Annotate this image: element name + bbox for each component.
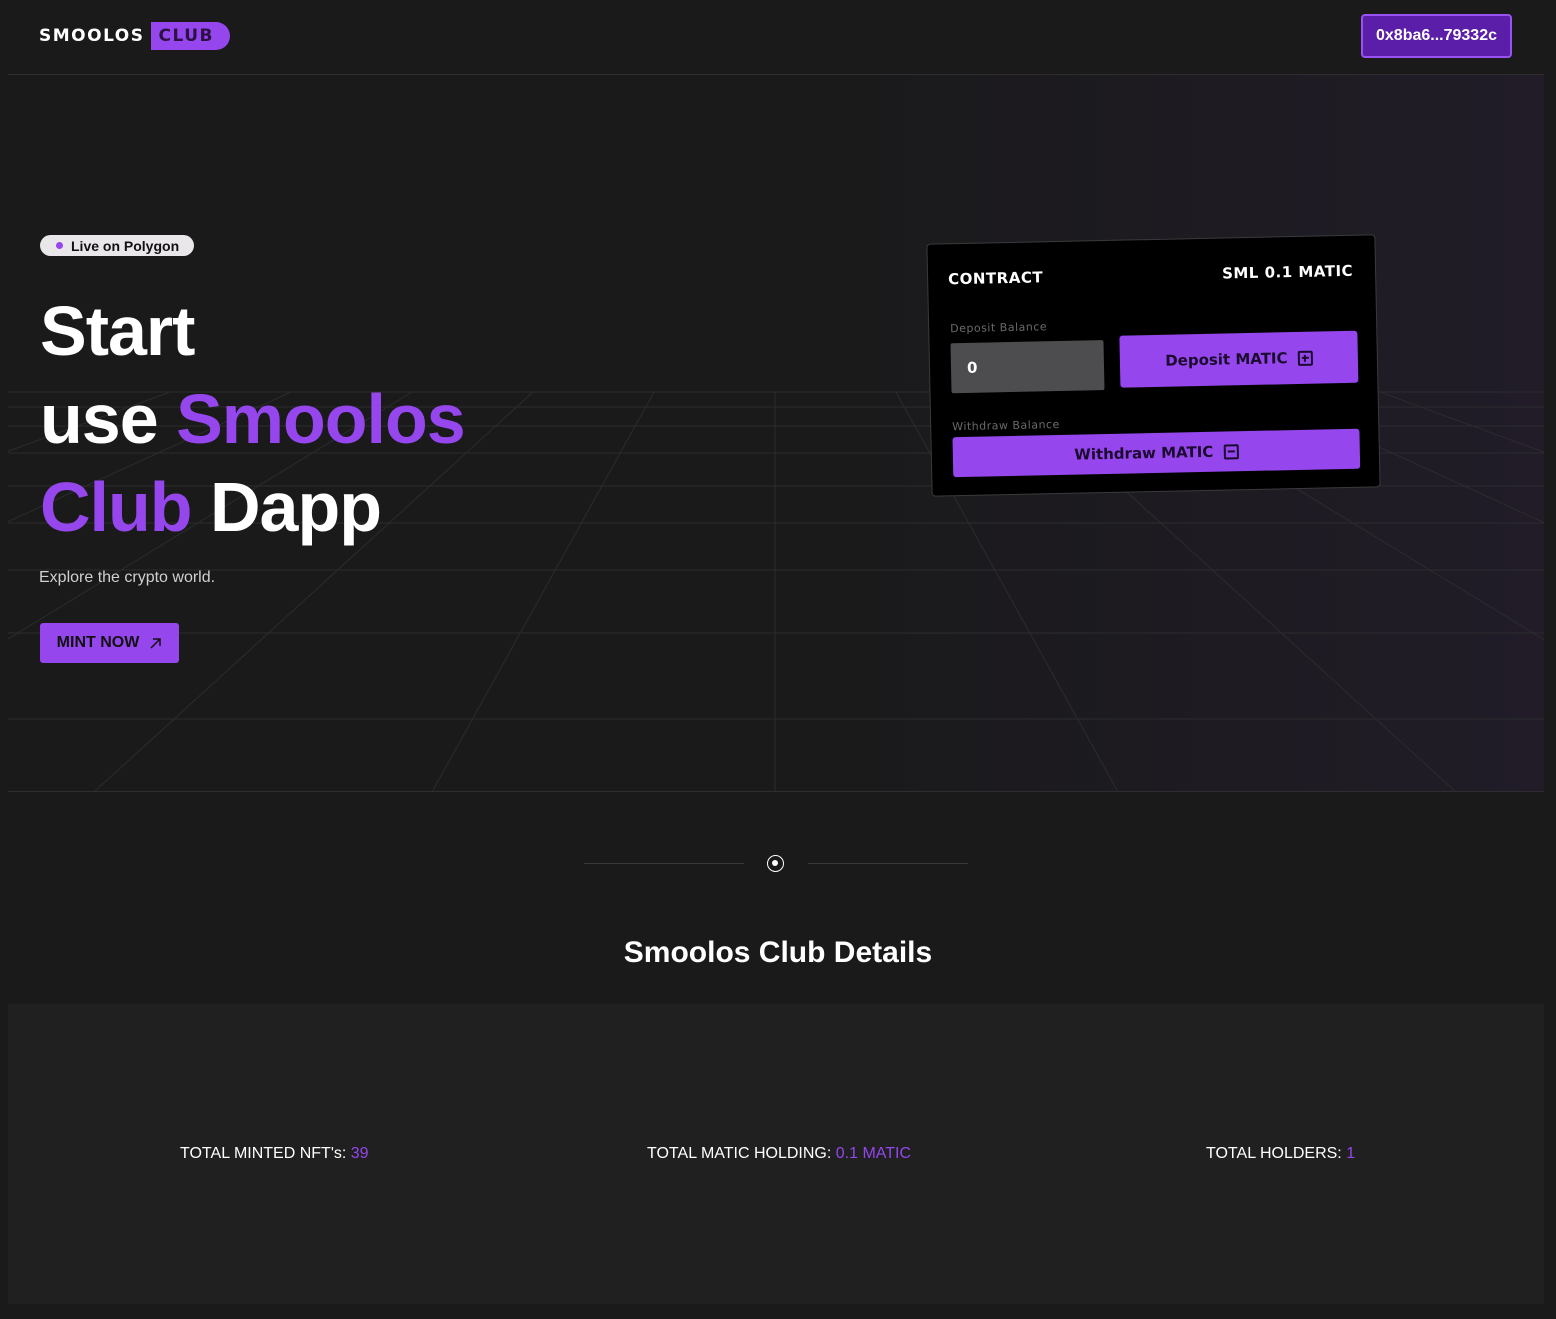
details-section-title: Smoolos Club Details xyxy=(623,936,933,969)
hero-subtitle: Explore the crypto world. xyxy=(39,569,216,586)
headline-dapp: Dapp xyxy=(191,468,382,546)
withdraw-matic-button[interactable]: Withdraw MATIC xyxy=(952,428,1361,478)
deposit-matic-button[interactable]: Deposit MATIC xyxy=(1119,330,1359,388)
logo-text: SMOOLOS xyxy=(39,26,145,46)
plus-square-icon xyxy=(1297,350,1313,366)
stat-label: TOTAL MATIC HOLDING: xyxy=(647,1145,836,1162)
contract-title: CONTRACT xyxy=(947,268,1044,289)
stat-label: TOTAL MINTED NFT's: xyxy=(180,1145,351,1162)
headline-line-3: Club Dapp xyxy=(40,463,465,551)
arrow-up-right-icon xyxy=(150,637,162,649)
headline-smoolos: Smoolos xyxy=(176,380,466,458)
contract-price: SML 0.1 MATIC xyxy=(1221,261,1354,283)
mint-now-button[interactable]: MINT NOW xyxy=(40,623,179,663)
minus-square-icon xyxy=(1223,443,1239,460)
headline-line-1: Start xyxy=(40,292,195,370)
radio-dot-icon xyxy=(767,855,784,872)
stat-value: 1 xyxy=(1346,1145,1356,1162)
stat-total-matic-holding: TOTAL MATIC HOLDING: 0.1 MATIC xyxy=(647,1145,911,1163)
hero-headline: Start use Smoolos Club Dapp xyxy=(40,287,466,551)
wallet-address-button[interactable]: 0x8ba6...79332c xyxy=(1361,14,1512,58)
badge-text: Live on Polygon xyxy=(71,237,180,254)
headline-club: Club xyxy=(40,468,193,546)
withdraw-balance-label: Withdraw Balance xyxy=(952,417,1060,434)
mint-now-label: MINT NOW xyxy=(56,634,140,651)
deposit-amount-input[interactable]: 0 xyxy=(950,340,1105,394)
smoolos-club-logo[interactable]: SMOOLOS CLUB xyxy=(39,22,230,50)
contract-card: CONTRACT SML 0.1 MATIC Deposit Balance 0… xyxy=(926,234,1381,497)
details-panel: TOTAL MINTED NFT's: 39 TOTAL MATIC HOLDI… xyxy=(8,1004,1544,1304)
divider-line-right xyxy=(808,863,968,864)
stat-total-minted: TOTAL MINTED NFT's: 39 xyxy=(180,1145,369,1163)
deposit-balance-label: Deposit Balance xyxy=(950,320,1048,336)
logo-club-tag: CLUB xyxy=(150,22,230,50)
hero-section: Live on Polygon Start use Smoolos Club D… xyxy=(8,75,1544,792)
stat-total-holders: TOTAL HOLDERS: 1 xyxy=(1206,1145,1355,1163)
stat-value: 39 xyxy=(350,1145,369,1162)
top-navbar: SMOOLOS CLUB 0x8ba6...79332c xyxy=(8,0,1544,75)
stat-label: TOTAL HOLDERS: xyxy=(1206,1145,1347,1162)
withdraw-button-label: Withdraw MATIC xyxy=(1074,442,1214,464)
stat-value: 0.1 MATIC xyxy=(835,1145,912,1162)
deposit-button-label: Deposit MATIC xyxy=(1165,349,1288,370)
headline-line-2: use Smoolos xyxy=(40,375,466,463)
live-dot-icon xyxy=(56,242,63,249)
live-status-badge: Live on Polygon xyxy=(40,235,195,256)
divider-line-left xyxy=(584,863,744,864)
headline-use: use xyxy=(40,380,177,458)
